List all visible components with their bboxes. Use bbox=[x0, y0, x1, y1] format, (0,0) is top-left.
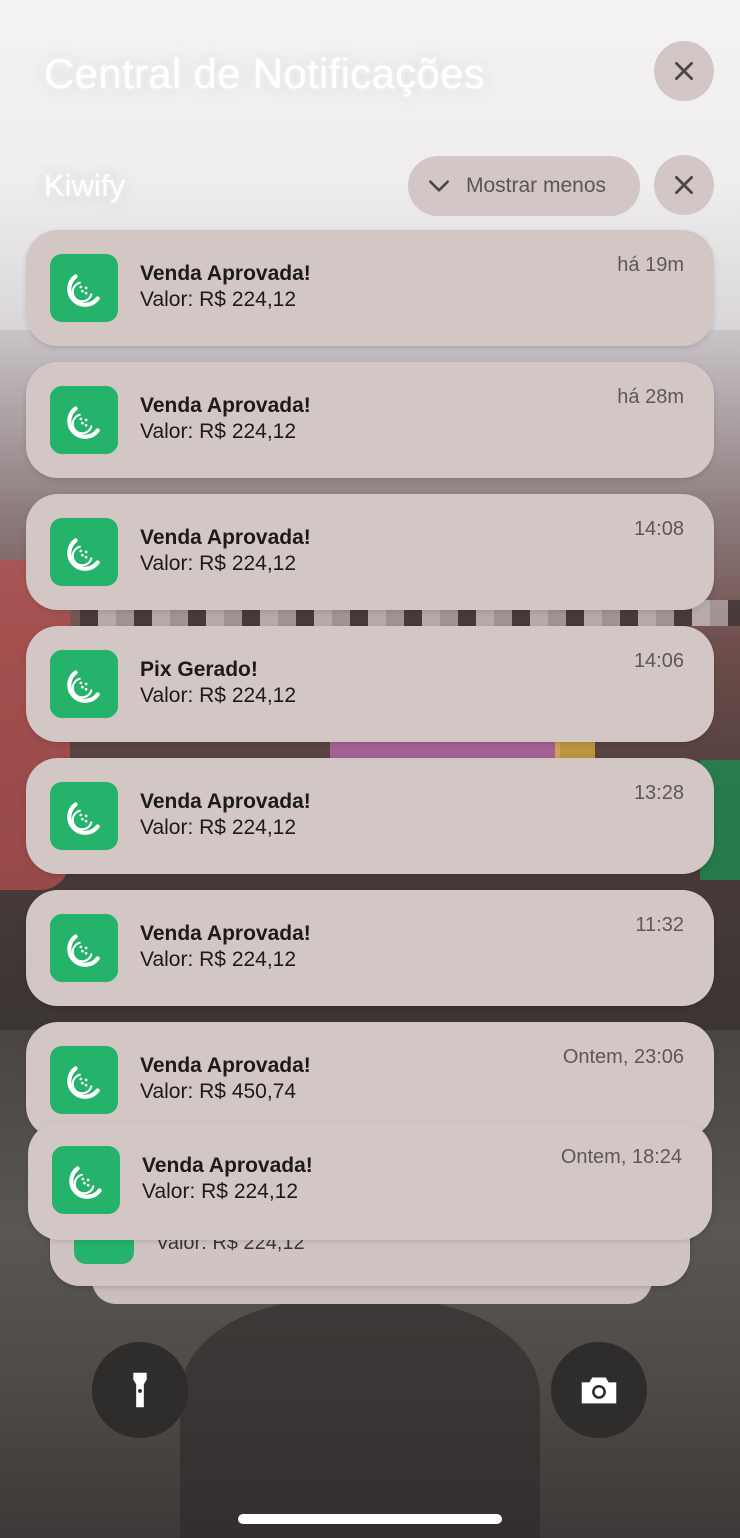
notification-card[interactable]: Venda Aprovada! Valor: R$ 224,12 Ontem, 18… bbox=[28, 1122, 712, 1240]
notification-body: Valor: R$ 224,12 bbox=[140, 816, 297, 839]
notification-body: Valor: R$ 224,12 bbox=[140, 288, 297, 311]
notification-title: Venda Aprovada! bbox=[140, 262, 311, 285]
notification-card[interactable]: Venda Aprovada! Valor: R$ 224,12 há 28m bbox=[26, 362, 714, 478]
notification-time: 13:28 bbox=[633, 782, 684, 804]
notification-title: Venda Aprovada! bbox=[140, 526, 311, 549]
flashlight-button[interactable] bbox=[92, 1342, 188, 1438]
notification-title: Venda Aprovada! bbox=[140, 922, 311, 945]
notification-body: Valor: R$ 450,74 bbox=[140, 1080, 297, 1103]
notification-time: há 19m bbox=[617, 254, 684, 276]
app-icon bbox=[50, 386, 118, 454]
close-all-button[interactable] bbox=[654, 41, 714, 101]
notification-time: Ontem, 23:06 bbox=[562, 1046, 684, 1068]
notification-card[interactable]: Venda Aprovada! Valor: R$ 224,12 11:32 bbox=[26, 890, 714, 1006]
kiwify-logo-icon bbox=[67, 1066, 100, 1099]
home-indicator[interactable] bbox=[238, 1514, 502, 1524]
kiwify-logo-icon bbox=[67, 802, 100, 835]
notification-card[interactable]: Venda Aprovada! Valor: R$ 450,74 Ontem, 23… bbox=[26, 1022, 714, 1138]
kiwify-logo-icon bbox=[67, 274, 100, 307]
notification-card[interactable]: Venda Aprovada! Valor: R$ 224,12 há 19m bbox=[26, 230, 714, 346]
notification-time: 11:32 bbox=[635, 914, 684, 936]
close-icon bbox=[675, 176, 693, 194]
app-icon bbox=[52, 1146, 120, 1214]
app-icon bbox=[50, 914, 118, 982]
notification-title: Venda Aprovada! bbox=[142, 1154, 313, 1177]
notification-body: Valor: R$ 224,12 bbox=[142, 1180, 299, 1203]
notification-card[interactable]: Venda Aprovada! Valor: R$ 224,12 14:08 bbox=[26, 494, 714, 610]
close-icon bbox=[675, 62, 693, 80]
dismiss-group-button[interactable] bbox=[654, 155, 714, 215]
group-app-name: Kiwify bbox=[44, 168, 125, 203]
kiwify-logo-icon bbox=[67, 406, 100, 439]
notification-time: 14:08 bbox=[633, 518, 684, 540]
show-less-label: Mostrar menos bbox=[466, 174, 607, 197]
app-icon bbox=[50, 782, 118, 850]
show-less-button[interactable]: Mostrar menos bbox=[408, 156, 640, 216]
notification-time: 14:06 bbox=[633, 650, 684, 672]
camera-icon bbox=[581, 1377, 617, 1404]
notification-card[interactable]: Venda Aprovada! Valor: R$ 224,12 13:28 bbox=[26, 758, 714, 874]
app-icon bbox=[50, 254, 118, 322]
notification-title: Venda Aprovada! bbox=[140, 790, 311, 813]
notification-title: Venda Aprovada! bbox=[140, 394, 311, 417]
page-title: Central de Notificações bbox=[44, 50, 486, 97]
notification-card[interactable]: Pix Gerado! Valor: R$ 224,12 14:06 bbox=[26, 626, 714, 742]
chevron-down-icon bbox=[429, 180, 449, 192]
notification-body: Valor: R$ 224,12 bbox=[140, 552, 297, 575]
notification-body: Valor: R$ 224,12 bbox=[140, 684, 297, 707]
kiwify-logo-icon bbox=[67, 538, 100, 571]
app-icon bbox=[50, 518, 118, 586]
notification-title: Pix Gerado! bbox=[140, 658, 258, 681]
app-icon bbox=[50, 650, 118, 718]
app-icon bbox=[50, 1046, 118, 1114]
kiwify-logo-icon bbox=[67, 934, 100, 967]
notification-time: há 28m bbox=[617, 386, 684, 408]
notification-time: Ontem, 18:24 bbox=[560, 1146, 682, 1168]
camera-button[interactable] bbox=[551, 1342, 647, 1438]
flashlight-icon bbox=[133, 1372, 147, 1408]
kiwify-logo-icon bbox=[67, 670, 100, 703]
notification-body: Valor: R$ 224,12 bbox=[140, 420, 297, 443]
notification-title: Venda Aprovada! bbox=[140, 1054, 311, 1077]
notification-body: Valor: R$ 224,12 bbox=[140, 948, 297, 971]
kiwify-logo-icon bbox=[69, 1166, 102, 1199]
